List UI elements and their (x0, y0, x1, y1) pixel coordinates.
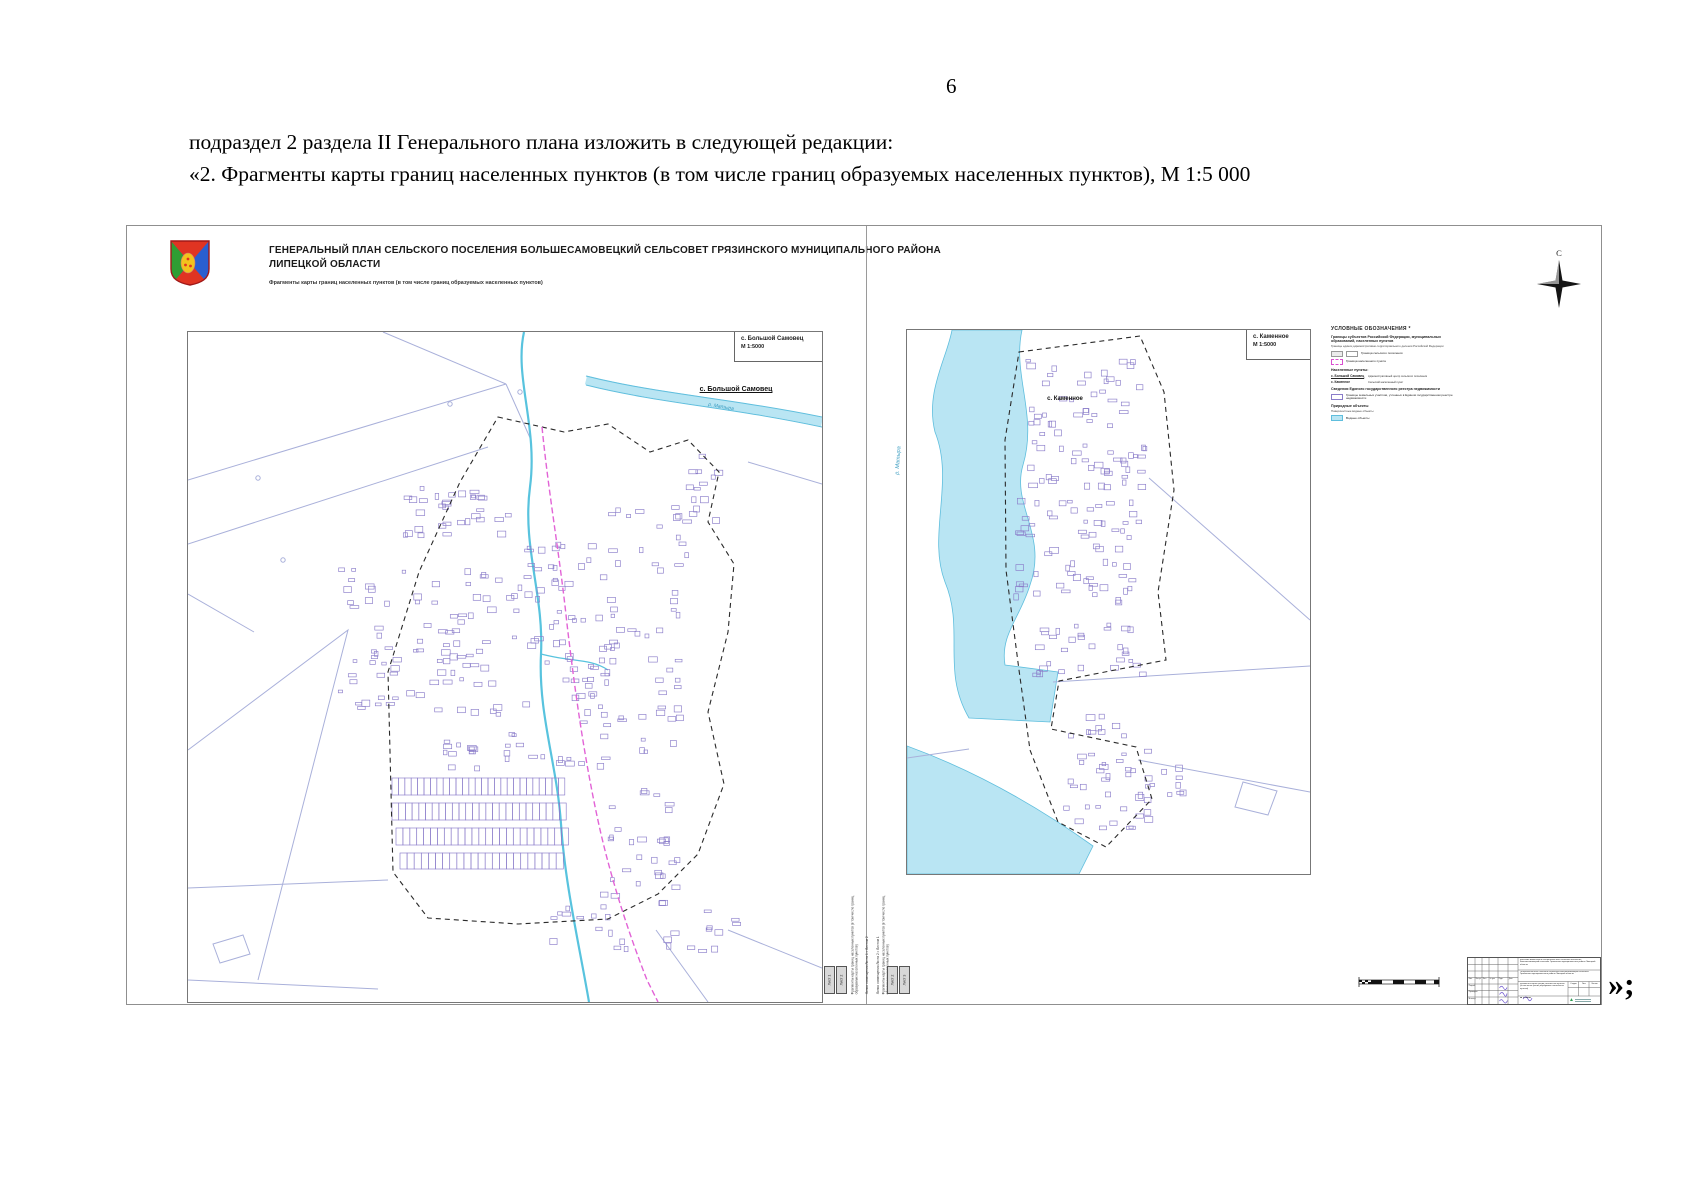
stamp-sheet-label: Лист (1579, 983, 1589, 985)
organization-logo: ▲ (1569, 997, 1599, 1003)
drawing-title-line2: ЛИПЕЦКОЙ ОБЛАСТИ (269, 258, 1169, 272)
document-page: 6 подраздел 2 раздела II Генерального пл… (0, 0, 1697, 1200)
drawing-title: ГЕНЕРАЛЬНЫЙ ПЛАН СЕЛЬСКОГО ПОСЕЛЕНИЯ БОЛ… (269, 244, 1169, 271)
page-number: 6 (946, 74, 986, 99)
sheet-box-label: Лист 2 (891, 975, 895, 986)
map-corner-label: с. Каменное М 1:5000 (1246, 330, 1310, 360)
legend-label: Граница сельского поселения (1361, 352, 1471, 356)
stamp-project: Внесение изменений в генеральный план се… (1520, 959, 1598, 970)
sheet-box-label: Лист 2 (840, 975, 844, 986)
logo-triangle-icon: ▲ (1569, 998, 1574, 1003)
legend-row: Границы земельных участков, учтенных в Е… (1331, 394, 1483, 401)
drawing-subtitle: Фрагменты карты границ населенных пункто… (269, 280, 1029, 286)
sheet-box-label: Лист 3 (903, 975, 907, 986)
legend-row: с. Каменное Сельский населенный пункт (1331, 380, 1483, 384)
map-bolshoy-samovets: с. Большой Самовец р. Матыра с. Большой … (187, 331, 823, 1003)
logo-text-bars (1575, 999, 1591, 1002)
coat-of-arms (169, 239, 211, 287)
stamp-col-label: Изм. (1469, 978, 1473, 980)
compass-icon: С (1535, 246, 1583, 310)
legend-label: Граница населенного пункта (1346, 360, 1456, 364)
legend-label: Границы земельных участков, учтенных в Е… (1346, 394, 1456, 401)
map-kamennoye: с. Каменное р. Матыра с. Каменное М 1:50… (906, 329, 1311, 875)
stamp-stage-label: Стадия (1569, 983, 1579, 985)
map-name: с. Большой Самовец (741, 336, 822, 342)
stamp-col-label: Лист (1483, 978, 1487, 980)
stamp-col-label: Дата (1509, 978, 1513, 980)
legend-group-localities: Населенные пункты: (1331, 368, 1451, 372)
sheet-box-label: Лист 1 (828, 975, 832, 986)
legend-note: Границы единиц административно-территори… (1331, 345, 1461, 348)
stamp-col-label: Кол.уч. (1476, 978, 1482, 980)
settlement-label: с. Каменное (1023, 396, 1107, 402)
boundary-swatch-icon (1331, 351, 1343, 357)
stamp-row-label: Разраб. (1469, 985, 1476, 987)
map-name: с. Каменное (1253, 334, 1310, 340)
stamp-col-label: № док. (1490, 978, 1495, 980)
stamp-scale: М 1:5000 (1520, 997, 1550, 1000)
legend-sub: Поверхностные водные объекты (1331, 410, 1461, 413)
map-drawing-left (188, 332, 822, 1002)
stamp-sheet-title: Фрагменты карты границ населенных пункто… (1520, 983, 1566, 995)
sheet-box: Лист 2 (887, 966, 898, 994)
settlement-label: с. Большой Самовец (674, 386, 798, 393)
water-swatch-icon (1331, 415, 1343, 421)
map-corner-label: с. Большой Самовец М 1:5000 (734, 332, 822, 362)
map-scale: М 1:5000 (1253, 342, 1310, 348)
legend-group-nature: Природные объекты (1331, 404, 1451, 408)
locality-boundary-swatch-icon (1331, 359, 1343, 365)
boundary-swatch-icon (1346, 351, 1358, 357)
legend-row: Граница населенного пункта (1331, 359, 1483, 365)
sheet-box: Лист 2 (836, 966, 847, 994)
paragraph-line-1: подраздел 2 раздела II Генерального план… (189, 132, 1609, 154)
legend-row: Водные объекты (1331, 415, 1483, 421)
scale-bar (1358, 974, 1442, 992)
legend-locality-desc: Административный центр сельского поселен… (1368, 375, 1448, 378)
legend-locality-desc: Сельский населенный пункт (1368, 381, 1448, 384)
stamp-col-label: Подп. (1499, 978, 1503, 980)
closing-quote: »; (1608, 966, 1635, 1003)
map-drawing-right (907, 330, 1310, 874)
stamp-row-label: Проверил (1469, 991, 1478, 993)
map-scale: М 1:5000 (741, 344, 822, 350)
parcel-swatch-icon (1331, 394, 1343, 400)
legend-row: с. Большой Самовец Административный цент… (1331, 374, 1483, 378)
legend: УСЛОВНЫЕ ОБОЗНАЧЕНИЯ * Границы субъектов… (1331, 326, 1483, 423)
title-block: Внесение изменений в генеральный план се… (1467, 957, 1601, 1005)
paragraph-line-2: «2. Фрагменты карты границ населенных пу… (189, 164, 1609, 186)
legend-label: Водные объекты (1346, 417, 1456, 421)
legend-locality-name: с. Каменное (1331, 380, 1365, 384)
river-label: р. Матыра (894, 446, 902, 475)
drawing-title-line1: ГЕНЕРАЛЬНЫЙ ПЛАН СЕЛЬСКОГО ПОСЕЛЕНИЯ БОЛ… (269, 244, 1169, 258)
stamp-row-label: Н.контр. (1469, 998, 1476, 1000)
stamp-sheets-label: Листов (1590, 983, 1600, 985)
sheet-box: Лист 1 (824, 966, 835, 994)
map-sheet-frame: ГЕНЕРАЛЬНЫЙ ПЛАН СЕЛЬСКОГО ПОСЕЛЕНИЯ БОЛ… (126, 225, 1602, 1005)
legend-title: УСЛОВНЫЕ ОБОЗНАЧЕНИЯ * (1331, 326, 1483, 332)
legend-group-boundaries: Границы субъектов Российской Федерации, … (1331, 335, 1451, 344)
sheet-box: Лист 3 (899, 966, 910, 994)
stamp-object: Генеральный план сельского поселения Бол… (1520, 971, 1598, 981)
legend-group-egrn: Сведения Единого государственного реестр… (1331, 387, 1451, 391)
north-letter: С (1556, 248, 1562, 258)
legend-row: Граница сельского поселения (1331, 351, 1483, 357)
legend-locality-name: с. Большой Самовец (1331, 374, 1365, 378)
